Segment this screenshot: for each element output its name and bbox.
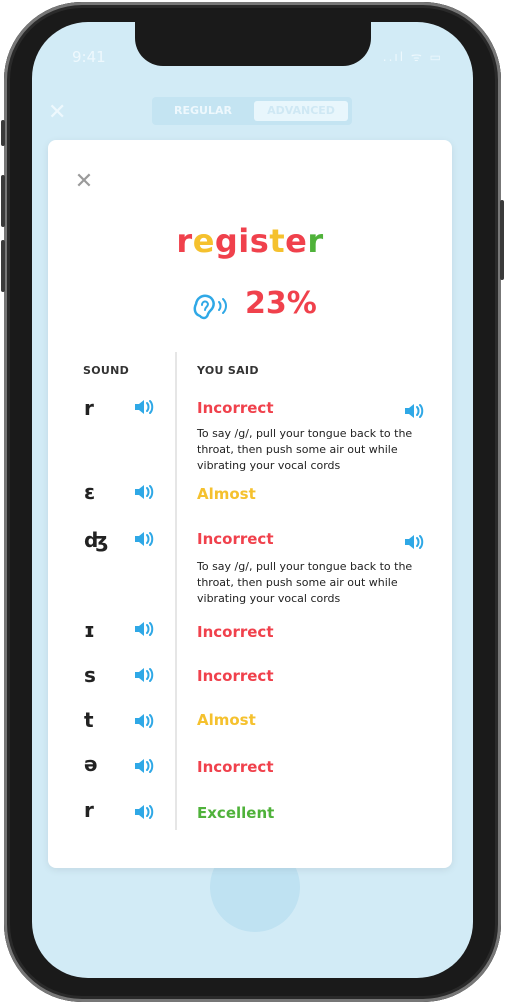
word-letter: r [176, 222, 193, 260]
phoneme-symbol: s [84, 663, 96, 687]
phoneme-symbol: ə [84, 752, 98, 776]
phoneme-symbol: ɛ [84, 480, 96, 504]
result-label: Incorrect [197, 667, 274, 685]
silent-switch [1, 120, 5, 146]
power-button [500, 200, 504, 280]
mode-advanced[interactable]: ADVANCED [254, 101, 348, 121]
word-letter: e [192, 222, 215, 260]
word-letter: r [307, 222, 324, 260]
score-value: 23% [245, 286, 317, 321]
speaker-icon[interactable] [132, 712, 156, 730]
result-label: Incorrect [197, 623, 274, 641]
word-letter: i [238, 222, 250, 260]
phoneme-symbol: r [84, 798, 94, 822]
phoneme-symbol: t [84, 708, 94, 732]
phoneme-symbol: r [84, 396, 94, 420]
phoneme-symbol: ɪ [84, 618, 95, 642]
speaker-icon[interactable] [132, 666, 156, 684]
mode-regular[interactable]: REGULAR [158, 101, 248, 121]
target-word: register [48, 222, 452, 260]
speaker-icon[interactable] [402, 402, 426, 420]
volume-down-button [1, 240, 5, 292]
speaker-icon[interactable] [132, 757, 156, 775]
result-label: Almost [197, 485, 256, 503]
speaker-icon[interactable] [132, 803, 156, 821]
app-close-icon[interactable]: ✕ [48, 100, 66, 125]
notch [135, 22, 371, 66]
result-label: Incorrect [197, 399, 274, 417]
result-label: Incorrect [197, 530, 274, 548]
ear-icon[interactable] [190, 290, 232, 324]
pronunciation-tip: To say /g/, pull your tongue back to the… [197, 427, 413, 472]
result-label: Almost [197, 711, 256, 729]
speaker-icon[interactable] [132, 398, 156, 416]
speaker-icon[interactable] [132, 530, 156, 548]
pronunciation-tip: To say /g/, pull your tongue back to the… [197, 560, 413, 605]
score-row: 23% [48, 286, 452, 326]
speaker-icon[interactable] [132, 483, 156, 501]
speaker-icon[interactable] [402, 533, 426, 551]
result-label: Excellent [197, 804, 275, 822]
volume-up-button [1, 175, 5, 227]
mode-toggle: REGULAR ADVANCED [152, 97, 352, 125]
speaker-icon[interactable] [132, 620, 156, 638]
word-letter: g [214, 222, 239, 260]
phoneme-symbol: ʤ [84, 528, 109, 552]
word-letter: e [285, 222, 308, 260]
column-divider [175, 352, 177, 830]
result-label: Incorrect [197, 758, 274, 776]
you-said-header: YOU SAID [197, 364, 259, 377]
close-icon[interactable]: ✕ [74, 171, 94, 193]
sound-header: SOUND [83, 364, 130, 377]
status-time: 9:41 [72, 48, 106, 66]
word-letter: t [269, 222, 286, 260]
results-modal: ✕ register 23% SOUND YOU SAID r Incorrec… [48, 140, 452, 868]
word-letter: s [249, 222, 270, 260]
status-icons: ..ıl ᯤ ▭ [382, 50, 443, 64]
